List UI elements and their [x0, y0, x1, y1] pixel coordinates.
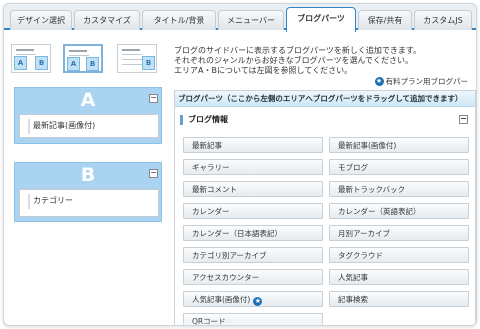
area-b-letter: B [80, 164, 96, 186]
thumb-area-b: B [86, 57, 99, 71]
collapse-icon[interactable]: − [149, 94, 158, 103]
layout-thumb-b: B [117, 44, 157, 73]
intro-line: それぞれのジャンルからお好きなブログパーツを選んでください。 [174, 56, 414, 65]
tab-save-share[interactable]: 保存/共有 [358, 10, 412, 30]
area-a: A − 最新記事(画像付) [14, 87, 162, 144]
part-item-premium[interactable]: 人気記事(画像付) ★ [183, 291, 323, 307]
intro-text: ブログのサイドバーに表示するブログパーツを新しく追加できます。 それぞれのジャン… [174, 46, 474, 76]
part-item[interactable]: ギャラリー [183, 159, 323, 175]
section-header[interactable]: ブログ情報 − [180, 112, 470, 128]
part-item[interactable]: タグクラウド [329, 247, 469, 263]
part-item[interactable]: 最新記事(画像付) [329, 137, 469, 153]
thumb-area-b: B [35, 56, 48, 70]
collapse-icon[interactable]: − [459, 115, 468, 124]
scroll-fade [175, 321, 475, 325]
tab-custom-js[interactable]: カスタムJS [414, 10, 472, 30]
premium-legend-label: 有料プラン用ブログパー [385, 77, 469, 86]
part-item[interactable]: 月別アーカイブ [329, 225, 469, 241]
section-title: ブログ情報 [188, 115, 228, 124]
collapse-icon[interactable]: − [149, 169, 158, 178]
tab-customize[interactable]: カスタマイズ [74, 10, 140, 30]
thumb-area-a: A [14, 56, 27, 70]
thumb-area-a: A [67, 57, 80, 71]
part-item[interactable]: カレンダー（英語表記） [329, 203, 469, 219]
panel-header: ブログパーツ（ここから左側のエリアへブログパーツをドラッグして追加できます） [175, 91, 475, 107]
tab-blog-parts[interactable]: ブログパーツ [286, 7, 356, 32]
premium-legend: ★ 有料プラン用ブログパー [374, 76, 469, 87]
star-icon: ★ [374, 77, 384, 86]
part-item[interactable]: モブログ [329, 159, 469, 175]
part-item[interactable]: アクセスカウンター [183, 269, 323, 285]
blog-parts-panel: ブログパーツ（ここから左側のエリアへブログパーツをドラッグして追加できます） ブ… [174, 90, 476, 325]
section-marker [180, 115, 183, 125]
area-b: B − カテゴリー [14, 162, 162, 222]
part-item[interactable]: 記事検索 [329, 291, 469, 307]
tab-menu-bar[interactable]: メニューバー [218, 10, 284, 30]
panel-body[interactable]: ブログ情報 − 最新記事 最新記事(画像付) ギャラリー モブログ 最新コメント… [175, 108, 475, 325]
tab-bar: デザイン選択 カスタマイズ タイトル/背景 メニューバー ブログパーツ 保存/共… [4, 4, 476, 32]
part-item[interactable]: カレンダー（日本語表記） [183, 225, 323, 241]
area-item[interactable]: 最新記事(画像付) [28, 119, 152, 134]
layout-thumb-ab-alt: A B [63, 44, 103, 73]
blog-parts-editor: デザイン選択 カスタマイズ タイトル/背景 メニューバー ブログパーツ 保存/共… [3, 3, 477, 326]
area-a-dropzone[interactable]: 最新記事(画像付) [19, 114, 159, 138]
thumb-area-b: B [142, 56, 155, 70]
part-item[interactable]: 最新コメント [183, 181, 323, 197]
part-item[interactable]: 最新トラックバック [329, 181, 469, 197]
tab-title-background[interactable]: タイトル/背景 [142, 10, 216, 30]
layout-thumb-ab: A B [11, 44, 51, 73]
area-a-letter: A [80, 89, 96, 111]
tab-design-select[interactable]: デザイン選択 [10, 10, 72, 30]
intro-line: ブログのサイドバーに表示するブログパーツを新しく追加できます。 [174, 46, 422, 55]
part-item[interactable]: 人気記事 [329, 269, 469, 285]
area-b-dropzone[interactable]: カテゴリー [19, 189, 159, 217]
part-item[interactable]: 最新記事 [183, 137, 323, 153]
part-item[interactable]: カテゴリ別アーカイブ [183, 247, 323, 263]
area-item[interactable]: カテゴリー [28, 194, 152, 209]
part-item[interactable]: カレンダー [183, 203, 323, 219]
intro-line: エリアA・Bについては左図を参照してください。 [174, 66, 353, 75]
star-icon: ★ [253, 297, 263, 306]
